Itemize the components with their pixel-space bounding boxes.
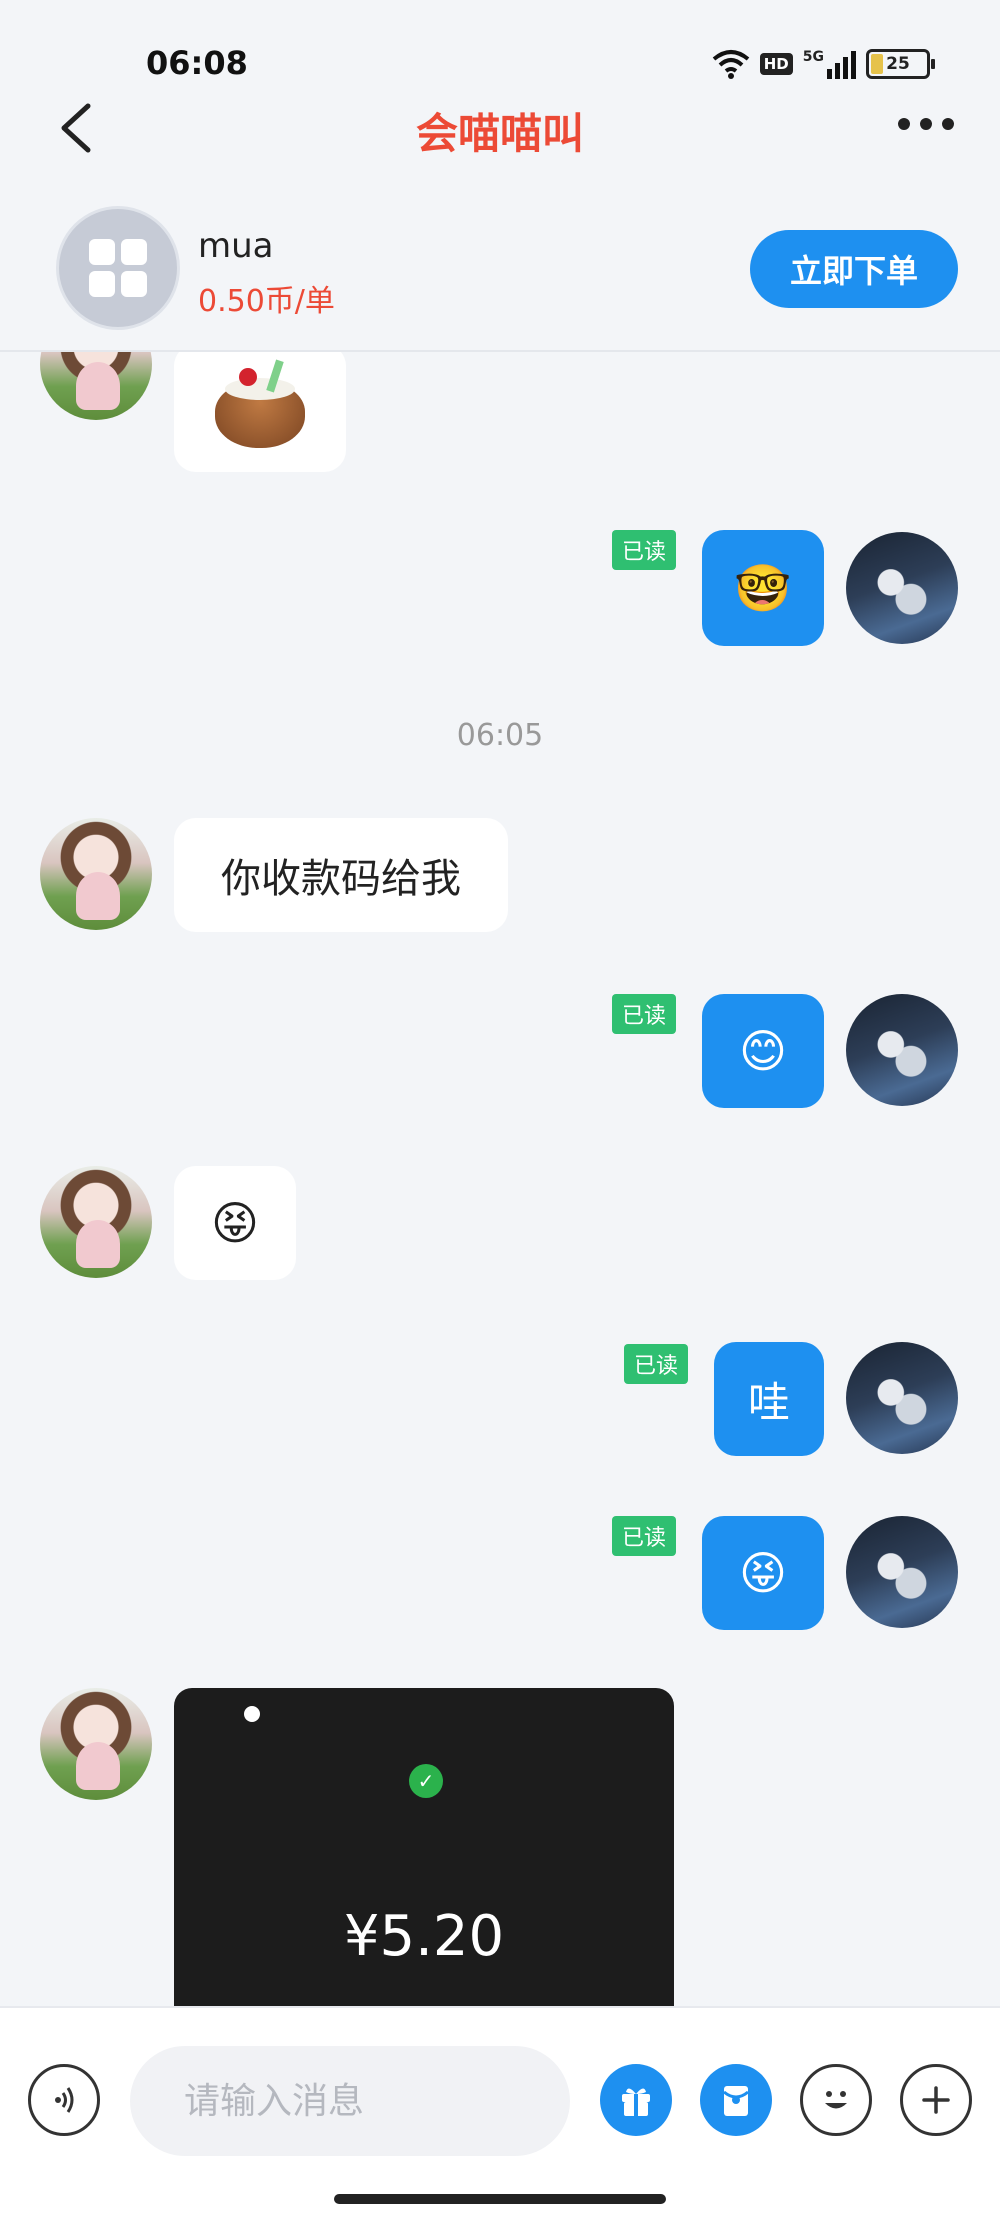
status-time: 06:08	[146, 44, 248, 82]
emoji: 😊	[739, 1024, 787, 1078]
read-receipt: 已读	[612, 1516, 677, 1556]
red-packet-button[interactable]	[700, 2064, 772, 2136]
status-icons: HD 5G 25	[712, 44, 935, 84]
grid-apps-icon	[89, 239, 147, 297]
message-text: 你收款码给我	[221, 856, 461, 902]
battery-level: 25	[886, 54, 910, 74]
my-avatar[interactable]	[846, 1516, 958, 1628]
emoji-icon	[825, 2091, 847, 2109]
message-bubble-outgoing[interactable]: 🤓	[702, 530, 824, 646]
my-avatar[interactable]	[846, 1342, 958, 1454]
chat-timestamp: 06:05	[456, 718, 544, 753]
emoji-button[interactable]	[800, 2064, 872, 2136]
message-bubble-outgoing[interactable]: 😊	[702, 994, 824, 1108]
voice-icon	[55, 2087, 74, 2113]
more-options-button[interactable]	[898, 118, 954, 130]
emoji: 😝	[739, 1546, 787, 1600]
signal-icon: 5G	[803, 49, 856, 79]
order-now-button[interactable]: 立即下单	[750, 230, 958, 308]
payment-amount: ¥5.20	[343, 1904, 505, 1969]
wechat-pay-icon: ✓	[409, 1764, 443, 1798]
contact-avatar[interactable]	[40, 1166, 152, 1278]
red-packet-icon	[723, 2086, 749, 2116]
message-input[interactable]	[130, 2046, 570, 2156]
message-bubble-outgoing[interactable]: 😝	[702, 1516, 824, 1630]
gift-icon	[622, 2088, 650, 2116]
message-text: 哇	[747, 1377, 790, 1427]
plus-button[interactable]	[900, 2064, 972, 2136]
read-receipt: 已读	[612, 530, 677, 570]
input-bar	[0, 2006, 1000, 2224]
plus-icon	[922, 2086, 950, 2114]
wifi-icon	[712, 50, 750, 79]
battery-icon: 25	[866, 49, 935, 79]
my-avatar[interactable]	[846, 994, 958, 1106]
network-label: 5G	[802, 49, 824, 65]
hd-icon: HD	[759, 53, 793, 75]
read-receipt: 已读	[624, 1344, 689, 1384]
emoji: 🤓	[734, 561, 792, 615]
status-dot	[244, 1706, 260, 1722]
message-bubble-incoming[interactable]: 你收款码给我	[174, 818, 508, 932]
message-bubble-incoming[interactable]	[174, 352, 346, 472]
product-avatar[interactable]	[56, 206, 180, 330]
message-bubble-outgoing[interactable]: 哇	[714, 1342, 824, 1456]
my-avatar[interactable]	[846, 532, 958, 644]
gift-button[interactable]	[600, 2064, 672, 2136]
contact-avatar[interactable]	[40, 352, 152, 420]
contact-avatar[interactable]	[40, 1688, 152, 1800]
coconut-sticker	[215, 359, 305, 448]
emoji: 😝	[211, 1196, 259, 1250]
product-name: mua	[198, 226, 274, 266]
more-horizontal-icon	[898, 118, 910, 130]
contact-avatar[interactable]	[40, 818, 152, 930]
home-indicator[interactable]	[334, 2194, 666, 2204]
read-receipt: 已读	[612, 994, 677, 1034]
payment-qr-screenshot[interactable]: ✓ ¥5.20	[174, 1688, 674, 2018]
product-price: 0.50币/单	[198, 284, 335, 319]
page-title: 会喵喵叫	[415, 109, 584, 158]
voice-button[interactable]	[28, 2064, 100, 2136]
message-bubble-incoming[interactable]: 😝	[174, 1166, 296, 1280]
